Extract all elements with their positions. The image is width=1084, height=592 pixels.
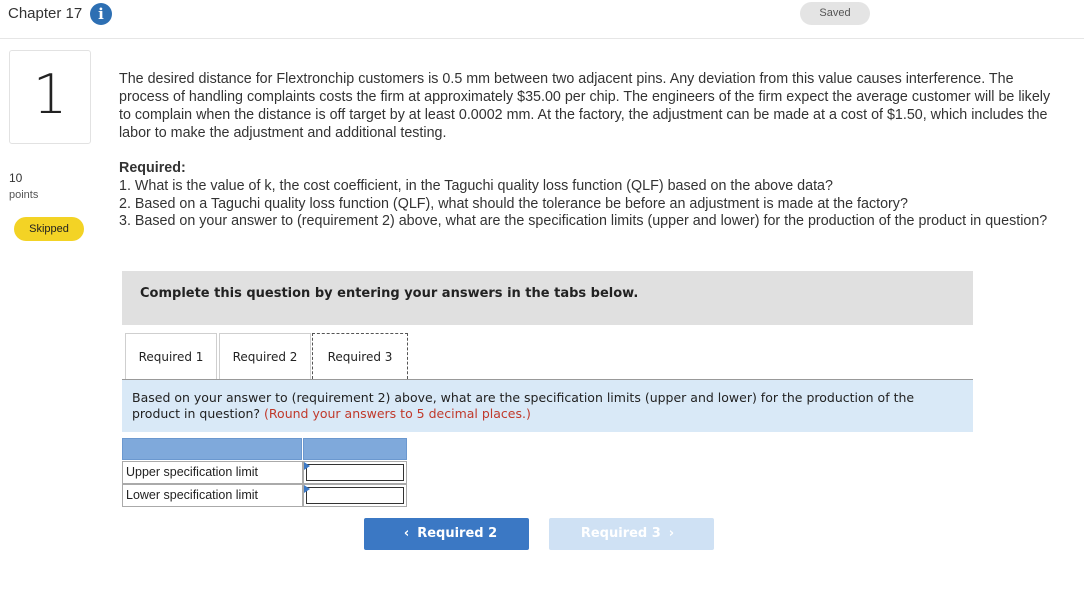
input-marker-icon xyxy=(304,462,310,470)
tab-required-1[interactable]: Required 1 xyxy=(125,333,217,379)
prev-required-button[interactable]: ‹ Required 2 xyxy=(364,518,529,550)
next-required-button[interactable]: Required 3 › xyxy=(549,518,714,550)
lower-limit-label: Lower specification limit xyxy=(122,484,303,507)
instruction-panel: Complete this question by entering your … xyxy=(122,271,973,325)
question-number-box: 1 xyxy=(9,50,91,144)
instructions-text: Based on your answer to (requirement 2) … xyxy=(132,390,962,422)
chapter-title: Chapter 17 xyxy=(8,5,83,22)
points-label: points xyxy=(9,189,39,201)
lower-limit-input[interactable] xyxy=(303,484,407,507)
panel-instruction: Complete this question by entering your … xyxy=(140,286,639,301)
upper-limit-field[interactable] xyxy=(306,464,404,481)
lower-limit-field[interactable] xyxy=(306,487,404,504)
next-button-label: Required 3 xyxy=(580,526,661,541)
requirements-list: 1. What is the value of k, the cost coef… xyxy=(119,178,1064,231)
prev-button-label: Required 2 xyxy=(417,526,498,541)
requirement-item: 2. Based on a Taguchi quality loss funct… xyxy=(119,195,908,212)
info-icon[interactable]: i xyxy=(90,3,112,25)
upper-limit-input[interactable] xyxy=(303,461,407,484)
saved-badge: Saved xyxy=(800,2,870,25)
chevron-right-icon: › xyxy=(668,526,675,541)
requirement-item: 3. Based on your answer to (requirement … xyxy=(119,213,1048,229)
top-bar: Chapter 17 i Saved xyxy=(0,0,1084,39)
table-header-cell xyxy=(303,438,407,460)
question-text: The desired distance for Flextronchip cu… xyxy=(119,71,1051,141)
tab-instructions: Based on your answer to (requirement 2) … xyxy=(122,380,973,432)
points-value: 10 xyxy=(9,171,23,185)
table-header-cell xyxy=(122,438,302,460)
rounding-note: (Round your answers to 5 decimal places.… xyxy=(264,406,531,421)
upper-limit-label: Upper specification limit xyxy=(122,461,303,484)
required-heading: Required: xyxy=(119,160,186,176)
requirement-item: 1. What is the value of k, the cost coef… xyxy=(119,178,833,194)
input-marker-icon xyxy=(304,485,310,493)
tab-required-2[interactable]: Required 2 xyxy=(219,333,311,379)
status-badge: Skipped xyxy=(14,217,84,241)
chevron-left-icon: ‹ xyxy=(403,526,410,541)
tab-required-3[interactable]: Required 3 xyxy=(312,333,408,379)
question-number: 1 xyxy=(32,63,68,126)
